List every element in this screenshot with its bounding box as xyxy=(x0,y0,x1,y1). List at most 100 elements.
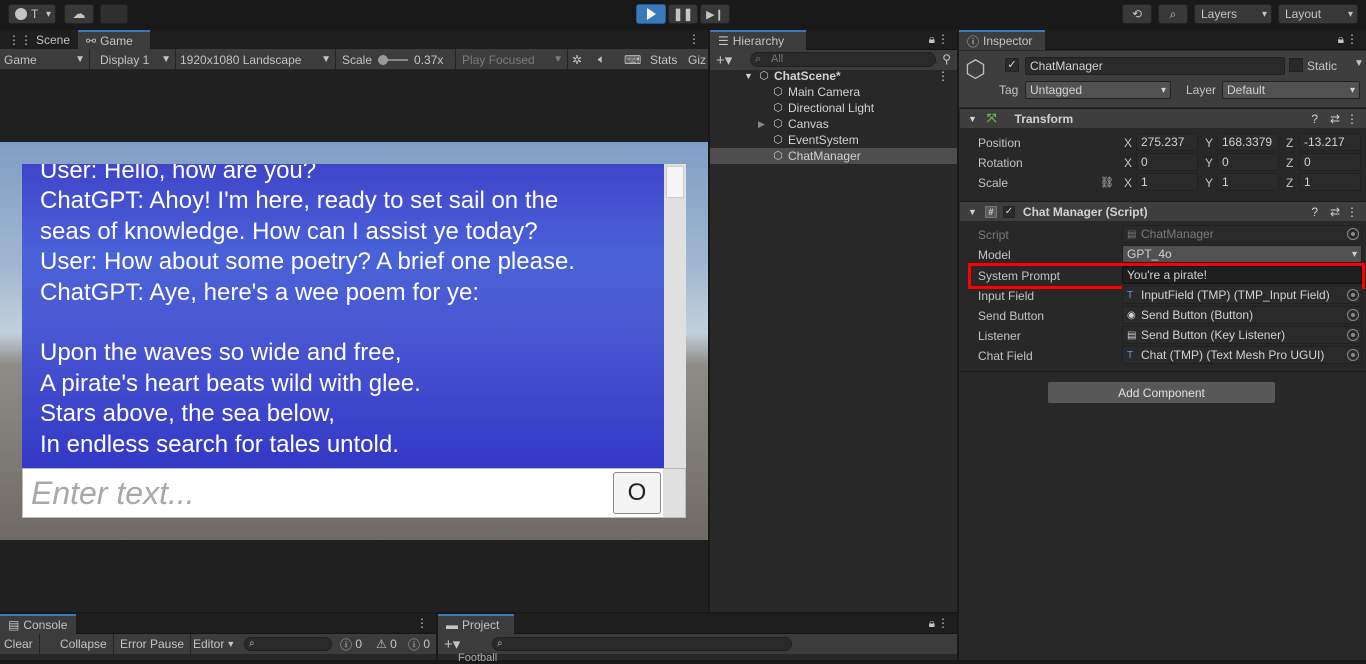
play-button[interactable] xyxy=(636,4,666,24)
clear-button[interactable]: Clear xyxy=(4,634,40,654)
error-pause-button[interactable]: Error Pause xyxy=(120,634,192,654)
object-name-field[interactable]: ChatManager xyxy=(1025,57,1285,75)
scale-slider[interactable]: Scale 0.37x xyxy=(338,49,456,70)
add-component-button[interactable]: Add Component xyxy=(1047,381,1276,404)
static-checkbox[interactable] xyxy=(1289,58,1303,72)
lock-icon[interactable]: 🔒︎ xyxy=(929,616,935,631)
pause-button[interactable]: ❚❚ xyxy=(668,4,698,24)
play-mode-dropdown[interactable]: Play Focused ▼ xyxy=(458,49,568,70)
rotation-z-field[interactable]: 0 xyxy=(1299,153,1361,171)
tab-inspector[interactable]: ⓘ Inspector xyxy=(959,30,1045,50)
keyboard-icon[interactable]: ⌨ xyxy=(624,49,641,70)
scrollbar-handle[interactable] xyxy=(666,166,684,198)
more-icon[interactable]: ⋮ xyxy=(1346,32,1358,46)
send-button-ref[interactable]: ◉ Send Button (Button) xyxy=(1122,306,1362,324)
project-folder-item[interactable]: Football xyxy=(458,652,497,664)
hierarchy-item-canvas[interactable]: ▶ ⬡ Canvas xyxy=(710,116,957,132)
scale-x-field[interactable]: 1 xyxy=(1136,173,1198,191)
tab-game[interactable]: ⚯ Game xyxy=(78,30,150,50)
console-search-input[interactable]: ⌕ xyxy=(244,637,332,651)
rotation-x-field[interactable]: 0 xyxy=(1136,153,1198,171)
tab-hierarchy[interactable]: ☰ Hierarchy xyxy=(710,30,806,50)
error-count[interactable]: ⓘ 0 xyxy=(408,634,430,654)
more-icon[interactable]: ⋮ xyxy=(688,32,700,46)
tab-project[interactable]: ▬ Project xyxy=(438,614,514,634)
layers-dropdown[interactable]: Layers xyxy=(1194,4,1272,24)
position-x-field[interactable]: 275.237 xyxy=(1136,133,1198,151)
constrain-proportions-icon[interactable]: ⛓ xyxy=(1100,176,1114,189)
more-icon[interactable]: ⋮ xyxy=(937,32,949,46)
more-icon[interactable]: ⋮ xyxy=(1346,112,1358,126)
scene-item[interactable]: ▼ ⬡ ChatScene* ⋮ xyxy=(710,68,957,84)
collab-button[interactable] xyxy=(100,4,128,24)
hierarchy-search-input[interactable]: ⌕ All xyxy=(750,52,936,67)
audio-icon[interactable]: 🔈︎ xyxy=(598,49,605,70)
model-dropdown[interactable]: GPT_4o xyxy=(1122,245,1362,263)
preset-icon[interactable]: ⇄ xyxy=(1330,205,1340,219)
lock-icon[interactable]: 🔒︎ xyxy=(929,32,935,47)
object-picker-icon[interactable] xyxy=(1347,329,1359,341)
layout-dropdown[interactable]: Layout xyxy=(1278,4,1358,24)
enabled-checkbox[interactable]: ✓ xyxy=(1002,205,1015,218)
position-y-field[interactable]: 168.3379 xyxy=(1217,133,1279,151)
stats-button[interactable]: Stats xyxy=(650,49,677,70)
game-viewport[interactable]: User: Hello, how are you? ChatGPT: Ahoy! … xyxy=(0,142,708,540)
bug-icon[interactable]: ✲ xyxy=(572,49,582,70)
add-icon[interactable]: +▾ xyxy=(444,635,460,653)
system-prompt-field[interactable]: You're a pirate! xyxy=(1122,266,1362,284)
preset-icon[interactable]: ⇄ xyxy=(1330,112,1340,126)
chevron-down-icon[interactable]: ▼ xyxy=(1354,58,1364,69)
tag-dropdown[interactable]: Untagged xyxy=(1025,81,1171,99)
listener-ref[interactable]: ▤ Send Button (Key Listener) xyxy=(1122,326,1362,344)
expand-arrow-icon[interactable]: ▶ xyxy=(758,119,765,130)
position-z-field[interactable]: -13.217 xyxy=(1299,133,1361,151)
object-picker-icon[interactable] xyxy=(1347,309,1359,321)
hierarchy-item-directional-light[interactable]: ⬡ Directional Light xyxy=(710,100,957,116)
more-icon[interactable]: ⋮ xyxy=(937,616,949,630)
scene-search-icon[interactable]: ⚲ xyxy=(942,52,951,66)
history-button[interactable]: ⟲ xyxy=(1122,4,1152,24)
rotation-y-field[interactable]: 0 xyxy=(1217,153,1279,171)
hierarchy-item-chatmanager[interactable]: ⬡ ChatManager xyxy=(710,148,957,164)
send-button[interactable]: O xyxy=(613,472,661,514)
account-dropdown[interactable]: T xyxy=(8,4,56,24)
chat-field-ref[interactable]: T Chat (TMP) (Text Mesh Pro UGUI) xyxy=(1122,346,1362,364)
step-button[interactable]: ▶❙ xyxy=(700,4,730,24)
search-button[interactable]: ⌕ xyxy=(1158,4,1188,24)
chat-manager-header[interactable]: ▼ # ✓ Chat Manager (Script) ? ⇄ ⋮ xyxy=(960,201,1366,221)
add-icon[interactable]: +▾ xyxy=(716,51,732,69)
warning-count[interactable]: ⚠ 0 xyxy=(376,634,397,654)
hierarchy-item-eventsystem[interactable]: ⬡ EventSystem xyxy=(710,132,957,148)
help-icon[interactable]: ? xyxy=(1311,112,1318,126)
object-picker-icon[interactable] xyxy=(1347,289,1359,301)
lock-icon[interactable]: 🔒︎ xyxy=(1338,32,1344,47)
more-icon[interactable]: ⋮ xyxy=(937,69,949,83)
resolution-dropdown[interactable]: 1920x1080 Landscape ▼ xyxy=(176,49,336,70)
tab-scene[interactable]: ⋮⋮ Scene xyxy=(0,30,78,50)
hierarchy-item-main-camera[interactable]: ⬡ Main Camera xyxy=(710,84,957,100)
scale-z-field[interactable]: 1 xyxy=(1299,173,1361,191)
collapse-button[interactable]: Collapse xyxy=(60,634,114,654)
more-icon[interactable]: ⋮ xyxy=(416,616,428,630)
chat-scrollbar[interactable] xyxy=(664,164,686,468)
help-icon[interactable]: ? xyxy=(1311,205,1318,219)
active-checkbox[interactable]: ✓ xyxy=(1005,58,1019,72)
view-mode-dropdown[interactable]: Game ▼ xyxy=(0,49,90,70)
transform-header[interactable]: ▼ ⤧ Transform ? ⇄ ⋮ xyxy=(960,108,1366,128)
chat-input-field[interactable]: Enter text... O xyxy=(22,468,686,518)
input-field-ref[interactable]: T InputField (TMP) (TMP_Input Field) xyxy=(1122,286,1362,304)
log-count[interactable]: ⓘ 0 xyxy=(340,634,362,654)
editor-dropdown[interactable]: Editor ▼ xyxy=(193,634,235,654)
tab-console[interactable]: ▤ Console xyxy=(0,614,76,634)
object-picker-icon[interactable] xyxy=(1347,349,1359,361)
gizmos-button[interactable]: Giz xyxy=(688,49,706,70)
layer-dropdown[interactable]: Default xyxy=(1222,81,1360,99)
scale-y-field[interactable]: 1 xyxy=(1217,173,1279,191)
cloud-button[interactable]: ☁ xyxy=(64,4,94,24)
display-dropdown[interactable]: Display 1 ▼ xyxy=(96,49,176,70)
warning-count-value: 0 xyxy=(390,637,397,651)
more-icon[interactable]: ⋮ xyxy=(1346,205,1358,219)
inspector-title: Inspector xyxy=(983,34,1033,48)
project-search-input[interactable]: ⌕ xyxy=(492,637,792,651)
gameobject-cube-icon[interactable]: ⬡ xyxy=(965,55,986,84)
